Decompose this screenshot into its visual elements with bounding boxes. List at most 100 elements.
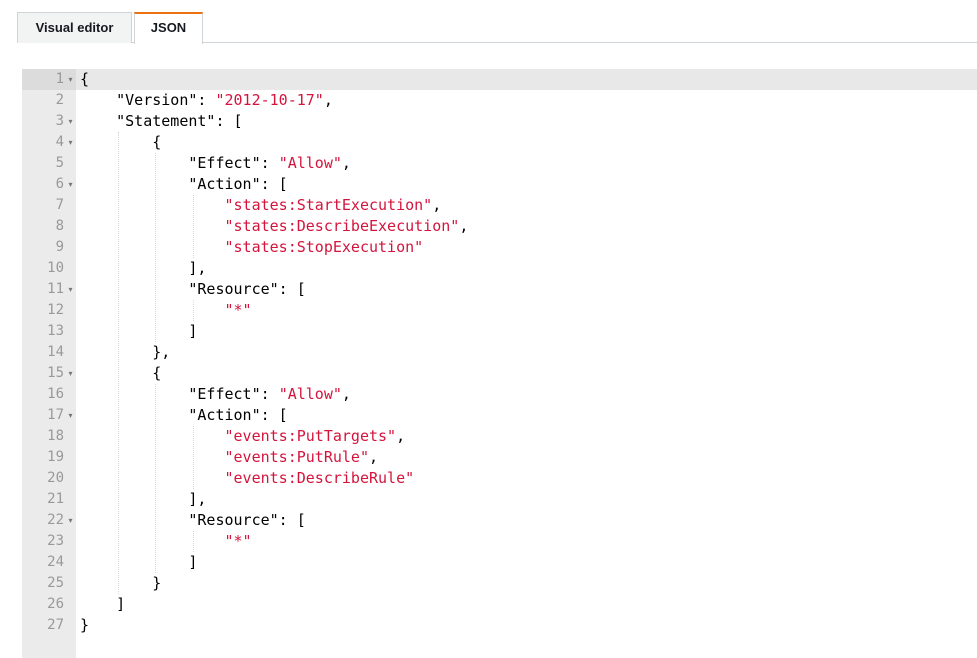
code-line: "events:PutTargets", <box>80 426 406 447</box>
tab-visual-editor[interactable]: Visual editor <box>17 12 132 43</box>
json-token: , <box>323 91 333 109</box>
json-string-token: "2012-10-17" <box>215 91 324 109</box>
json-token: "Version": <box>80 91 216 109</box>
fold-toggle-icon[interactable]: ▾ <box>66 510 75 531</box>
code-line: ], <box>80 489 206 510</box>
json-string-token: "states:StartExecution" <box>224 196 433 214</box>
json-token: "Statement": [ <box>80 112 243 130</box>
line-number: 1 <box>55 71 64 87</box>
json-string-token: "events:PutRule" <box>224 448 370 466</box>
active-line-highlight <box>76 69 977 90</box>
code-line: "*" <box>80 531 252 552</box>
code-line: "*" <box>80 300 252 321</box>
json-token: ] <box>80 322 198 340</box>
code-line: "Version": "2012-10-17", <box>80 90 333 111</box>
tab-json[interactable]: JSON <box>134 12 203 44</box>
line-number: 22 <box>47 512 64 528</box>
code-line: "Resource": [ <box>80 510 306 531</box>
json-string-token: "events:DescribeRule" <box>224 469 415 487</box>
code-line: "states:DescribeExecution", <box>80 216 469 237</box>
code-line: "events:DescribeRule" <box>80 468 415 489</box>
json-token: "Action": [ <box>80 406 288 424</box>
code-line: ] <box>80 552 197 573</box>
code-line: "Action": [ <box>80 405 288 426</box>
code-line: "Resource": [ <box>80 279 306 300</box>
fold-toggle-icon[interactable]: ▾ <box>66 132 75 153</box>
line-number: 5 <box>55 155 64 171</box>
json-string-token: "*" <box>224 301 252 319</box>
code-line: } <box>80 573 161 594</box>
json-token: , <box>396 427 406 445</box>
json-string-token: "states:DescribeExecution" <box>224 217 460 235</box>
json-token: "Resource": [ <box>80 280 306 298</box>
json-token: ] <box>80 595 126 613</box>
fold-toggle-icon[interactable]: ▾ <box>66 363 75 384</box>
json-token: } <box>80 574 162 592</box>
fold-toggle-icon[interactable]: ▾ <box>66 111 75 132</box>
json-token: , <box>369 448 379 466</box>
editor-tabs: Visual editor JSON <box>17 12 205 44</box>
line-number: 2 <box>55 92 64 108</box>
json-token: ], <box>80 490 207 508</box>
json-token: "Action": [ <box>80 175 288 193</box>
json-token: }, <box>80 343 171 361</box>
fold-toggle-icon[interactable]: ▾ <box>66 174 75 195</box>
json-token: "Resource": [ <box>80 511 306 529</box>
json-token: , <box>341 385 351 403</box>
json-token: "Effect": <box>80 385 279 403</box>
json-token: } <box>80 616 90 634</box>
json-token: ], <box>80 259 207 277</box>
json-token: ] <box>80 553 198 571</box>
line-number: 7 <box>55 197 64 213</box>
json-token: , <box>459 217 469 235</box>
line-number: 8 <box>55 218 64 234</box>
code-line: "events:PutRule", <box>80 447 379 468</box>
line-number: 18 <box>47 428 64 444</box>
json-string-token: "Allow" <box>278 154 342 172</box>
json-string-token: "*" <box>224 532 252 550</box>
json-token: { <box>80 364 162 382</box>
json-token: "Effect": <box>80 154 279 172</box>
json-string-token: "states:StopExecution" <box>224 238 424 256</box>
json-string-token: "Allow" <box>278 385 342 403</box>
line-number: 24 <box>47 554 64 570</box>
code-line: ], <box>80 258 206 279</box>
code-line: "states:StopExecution" <box>80 237 424 258</box>
json-token: { <box>80 70 90 88</box>
line-number: 6 <box>55 176 64 192</box>
code-line: }, <box>80 342 170 363</box>
code-line: { <box>80 363 161 384</box>
fold-toggle-icon[interactable]: ▾ <box>66 69 75 90</box>
code-line: ] <box>80 321 197 342</box>
json-token: { <box>80 133 162 151</box>
code-line: "Statement": [ <box>80 111 243 132</box>
line-number: 19 <box>47 449 64 465</box>
line-number: 14 <box>47 344 64 360</box>
json-string-token: "events:PutTargets" <box>224 427 397 445</box>
line-number: 9 <box>55 239 64 255</box>
line-number: 21 <box>47 491 64 507</box>
line-number: 20 <box>47 470 64 486</box>
line-number: 13 <box>47 323 64 339</box>
json-token: , <box>432 196 442 214</box>
fold-toggle-icon[interactable]: ▾ <box>66 279 75 300</box>
line-number: 26 <box>47 596 64 612</box>
json-code-editor[interactable]: 1 2 3 4 5 6 7 8 9 10 11 12 13 14 15 16 17 18 19 20 21 22 23 24 2… <box>22 69 977 658</box>
code-line: "Action": [ <box>80 174 288 195</box>
line-number: 16 <box>47 386 64 402</box>
code-line: { <box>80 69 89 90</box>
code-line: "Effect": "Allow", <box>80 153 351 174</box>
line-number: 3 <box>55 113 64 129</box>
line-number: 17 <box>47 407 64 423</box>
line-number: 15 <box>47 365 64 381</box>
json-token: , <box>341 154 351 172</box>
code-line: } <box>80 615 89 636</box>
fold-toggle-icon[interactable]: ▾ <box>66 405 75 426</box>
code-line: "states:StartExecution", <box>80 195 442 216</box>
code-line: ] <box>80 594 125 615</box>
